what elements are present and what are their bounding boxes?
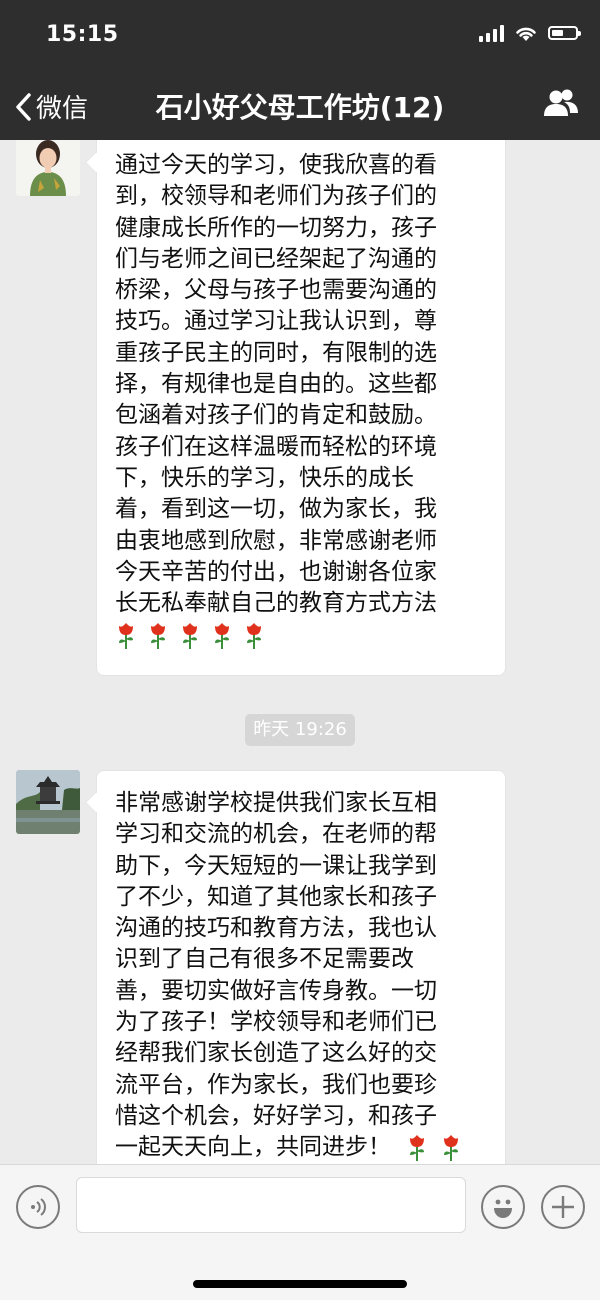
chat-area[interactable]: 通过今天的学习，使我欣喜的看 到，校领导和老师们为孩子们的 健康成长所作的一切努… xyxy=(0,140,600,1164)
voice-input-button[interactable] xyxy=(16,1185,60,1229)
home-indicator[interactable] xyxy=(193,1280,407,1288)
chat-title: 石小好父母工作坊(12) xyxy=(155,91,445,124)
wifi-icon xyxy=(516,27,536,41)
rose-icon xyxy=(211,622,233,650)
navigation-bar: 15:15 微信 石小好父母工作坊(12) xyxy=(0,0,600,140)
status-time: 15:15 xyxy=(46,22,119,47)
more-button[interactable] xyxy=(541,1185,585,1229)
avatar[interactable] xyxy=(16,140,80,196)
message-text: 非常感谢学校提供我们家长互相 学习和交流的机会，在老师的帮 助下，今天短短的一课… xyxy=(115,788,487,1164)
smiley-icon xyxy=(494,1199,512,1218)
message-bubble[interactable]: 非常感谢学校提供我们家长互相 学习和交流的机会，在老师的帮 助下，今天短短的一课… xyxy=(96,770,506,1164)
message-input[interactable] xyxy=(76,1177,466,1233)
voice-icon xyxy=(31,1198,46,1216)
message-text: 通过今天的学习，使我欣喜的看 到，校领导和老师们为孩子们的 健康成长所作的一切努… xyxy=(115,152,437,617)
emoji-row xyxy=(406,1134,462,1162)
group-members-icon xyxy=(544,89,578,116)
battery-icon xyxy=(548,26,581,40)
group-info-button[interactable] xyxy=(542,88,580,122)
rose-icon xyxy=(440,1134,462,1162)
rose-icon xyxy=(179,622,201,650)
plus-icon xyxy=(552,1196,574,1218)
rose-icon xyxy=(243,622,265,650)
member-avatar-pavilion xyxy=(16,770,80,834)
status-icons xyxy=(479,24,581,42)
emoji-button[interactable] xyxy=(481,1185,525,1229)
rose-icon xyxy=(147,622,169,650)
rose-icon xyxy=(406,1134,428,1162)
message-bubble[interactable]: 通过今天的学习，使我欣喜的看 到，校领导和老师们为孩子们的 健康成长所作的一切努… xyxy=(96,140,506,676)
avatar[interactable] xyxy=(16,770,80,834)
rose-icon xyxy=(115,622,137,650)
member-avatar-woman xyxy=(16,140,80,196)
timestamp-label: 昨天 19:26 xyxy=(245,714,355,746)
cellular-signal-icon xyxy=(479,24,504,42)
emoji-row xyxy=(115,622,265,650)
